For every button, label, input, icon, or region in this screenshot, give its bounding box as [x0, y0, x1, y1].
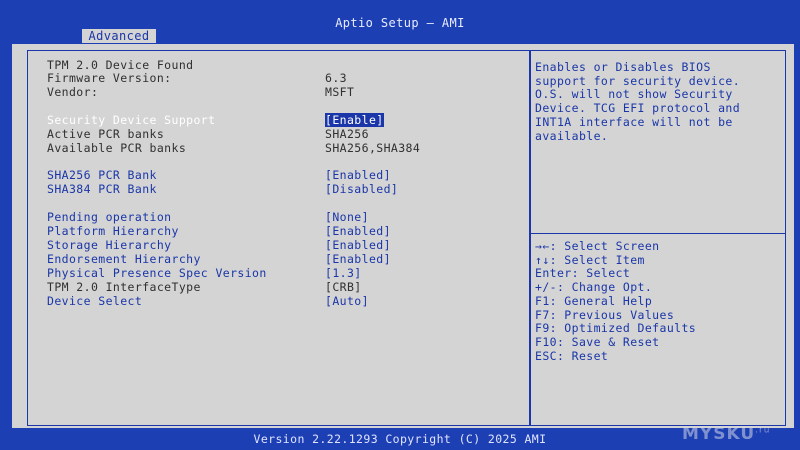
help-divider: [531, 233, 785, 234]
setting-label: Physical Presence Spec Version: [47, 266, 267, 280]
help-line: Device. TCG EFI protocol and: [535, 101, 741, 116]
setting-label: Security Device Support: [47, 113, 216, 127]
help-line: O.S. will not show Security: [535, 87, 733, 102]
watermark: MYSKU.ru: [682, 424, 771, 444]
key-previous-values: F7: Previous Values: [535, 307, 675, 322]
key-save-reset: F10: Save & Reset: [535, 334, 660, 349]
key-change-opt: +/-: Change Opt.: [535, 280, 653, 295]
help-line: INT1A interface will not be: [535, 114, 733, 129]
setting-label: Device Select: [47, 294, 143, 308]
key-legend: →←: Select Screen ↑↓: Select Item Enter:…: [535, 239, 780, 363]
help-line: available.: [535, 128, 609, 143]
key-enter: Enter: Select: [535, 266, 631, 281]
help-line: support for security device.: [535, 73, 741, 88]
setting-value: [CRB]: [325, 280, 362, 294]
setting-label: TPM 2.0 Device Found: [47, 58, 194, 72]
setting-label: Active PCR banks: [47, 127, 165, 141]
arrows-left-right-icon: →←: [535, 239, 550, 253]
help-text: Enables or Disables BIOS support for sec…: [535, 60, 780, 143]
window-title: Aptio Setup – AMI: [335, 16, 465, 30]
key-general-help: F1: General Help: [535, 293, 653, 308]
key-esc-reset: ESC: Reset: [535, 348, 609, 363]
setting-value[interactable]: [1.3]: [325, 266, 362, 280]
setting-value: 6.3: [325, 71, 347, 85]
setting-label: Available PCR banks: [47, 141, 187, 155]
setting-label: SHA384 PCR Bank: [47, 182, 157, 196]
setting-value[interactable]: [Enabled]: [325, 238, 391, 252]
setting-value[interactable]: [Enabled]: [325, 168, 391, 182]
setting-value[interactable]: [None]: [325, 210, 369, 224]
setting-label: SHA256 PCR Bank: [47, 168, 157, 182]
setting-value[interactable]: [Enable]: [325, 113, 384, 127]
tab-advanced[interactable]: Advanced: [82, 29, 156, 43]
setting-value[interactable]: [Enabled]: [325, 252, 391, 266]
setting-label: Firmware Version:: [47, 71, 172, 85]
setting-label: Vendor:: [47, 85, 99, 99]
setting-value: SHA256: [325, 127, 369, 141]
arrows-up-down-icon: ↑↓: [535, 252, 550, 267]
setting-label: Pending operation: [47, 210, 172, 224]
setting-value[interactable]: [Enabled]: [325, 224, 391, 238]
setting-label: Storage Hierarchy: [47, 238, 172, 252]
setting-label: TPM 2.0 InterfaceType: [47, 280, 201, 294]
setting-label: Endorsement Hierarchy: [47, 252, 201, 266]
key-optimized-defaults: F9: Optimized Defaults: [535, 321, 697, 336]
footer-version: Version 2.22.1293 Copyright (C) 2025 AMI: [253, 432, 547, 446]
help-line: Enables or Disables BIOS: [535, 60, 711, 74]
key-select-screen: →←: Select Screen: [535, 239, 660, 253]
key-select-item: ↑↓: Select Item: [535, 252, 645, 267]
setting-value[interactable]: [Auto]: [325, 294, 369, 308]
setting-value: MSFT: [325, 85, 355, 99]
setting-value[interactable]: [Disabled]: [325, 182, 398, 196]
setting-label: Platform Hierarchy: [47, 224, 179, 238]
bios-screen: Aptio Setup – AMI Advanced TPM 2.0 Devic…: [0, 0, 800, 450]
setting-value: SHA256,SHA384: [325, 141, 421, 155]
